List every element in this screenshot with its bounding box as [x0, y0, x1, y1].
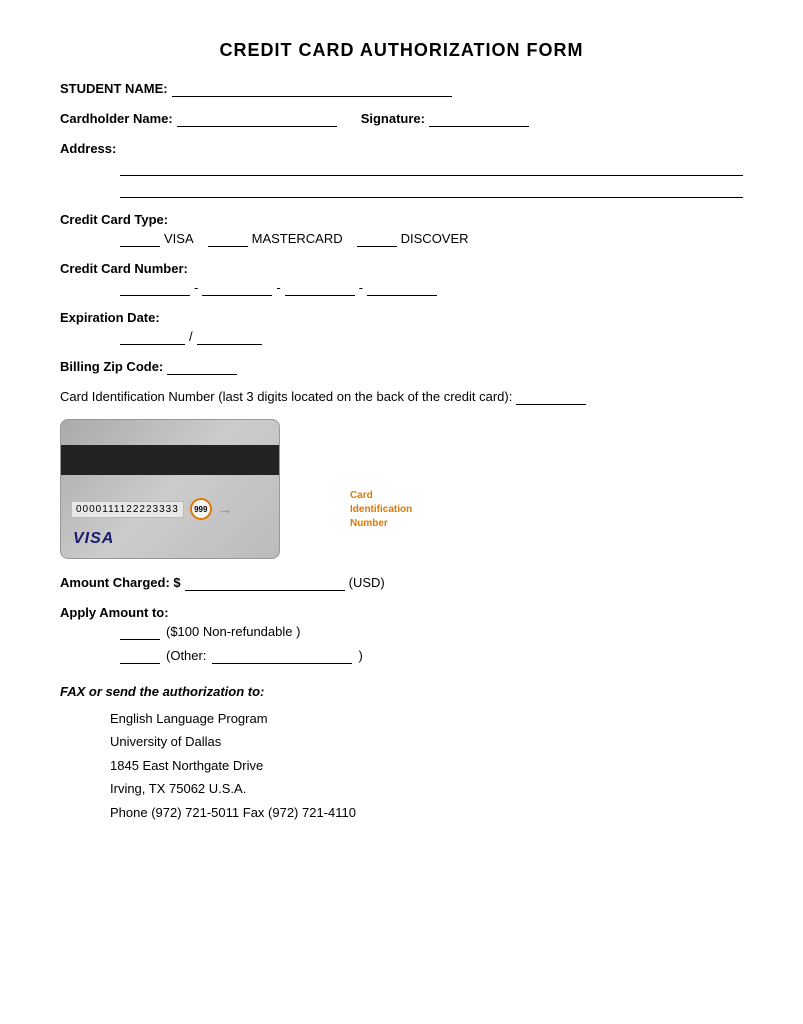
org-address: 1845 East Northgate Drive [110, 754, 743, 777]
address-line1-field[interactable] [120, 160, 743, 176]
cc-type-options: VISA MASTERCARD DISCOVER [120, 231, 743, 247]
card-image: 0000111122223333 999 → VISA [60, 419, 280, 559]
discover-label: DISCOVER [401, 231, 469, 246]
apply-option2-label: (Other: [166, 648, 206, 663]
fax-title: FAX or send the authorization to: [60, 684, 743, 699]
address-section: Address: [60, 141, 743, 198]
card-id-label: Card Identification Number (last 3 digit… [60, 389, 512, 404]
amount-usd-label: (USD) [349, 575, 385, 590]
apply-option1-label: ($100 Non-refundable ) [166, 624, 300, 639]
cc-type-label-row: Credit Card Type: [60, 212, 743, 227]
exp-slash: / [189, 329, 193, 344]
apply-option1-row: ($100 Non-refundable ) [120, 624, 743, 640]
card-image-wrapper: 0000111122223333 999 → VISA Card Identif… [60, 419, 420, 559]
cardholder-name-field[interactable] [177, 111, 337, 127]
apply-amount-section: Apply Amount to: ($100 Non-refundable ) … [60, 605, 743, 664]
cc-number-label: Credit Card Number: [60, 261, 188, 276]
card-id-field[interactable] [516, 389, 586, 405]
cc-type-section: Credit Card Type: VISA MASTERCARD DISCOV… [60, 212, 743, 247]
address-line2-field[interactable] [120, 182, 743, 198]
card-cvv-text: 999 [194, 505, 207, 514]
exp-date-label: Expiration Date: [60, 310, 160, 325]
cardholder-label: Cardholder Name: [60, 111, 173, 126]
cc-number-label-row: Credit Card Number: [60, 261, 743, 276]
billing-zip-row: Billing Zip Code: [60, 359, 743, 375]
cc-number-section: Credit Card Number: - - - [60, 261, 743, 296]
visa-option: VISA [120, 231, 194, 247]
org-address-block: English Language Program University of D… [110, 707, 743, 824]
amount-charged-row: Amount Charged: $ (USD) [60, 575, 743, 591]
cc-num-4[interactable] [367, 280, 437, 296]
card-id-annotation: Card Identification Number [350, 489, 470, 531]
exp-month[interactable] [120, 329, 185, 345]
signature-label: Signature: [361, 111, 425, 126]
discover-option: DISCOVER [357, 231, 469, 247]
visa-check[interactable] [120, 231, 160, 247]
address-label: Address: [60, 141, 116, 156]
cc-dash-2: - [276, 280, 280, 295]
apply-option2-check[interactable] [120, 648, 160, 664]
billing-zip-field[interactable] [167, 359, 237, 375]
address-label-row: Address: [60, 141, 743, 156]
cc-dash-1: - [194, 280, 198, 295]
apply-option1-check[interactable] [120, 624, 160, 640]
billing-zip-label: Billing Zip Code: [60, 359, 163, 374]
address-fields [120, 160, 743, 198]
cc-dash-3: - [359, 280, 363, 295]
card-number-display: 0000111122223333 [76, 504, 179, 515]
signature-field[interactable] [429, 111, 529, 127]
visa-label: VISA [164, 231, 194, 246]
apply-amount-label-row: Apply Amount to: [60, 605, 743, 620]
exp-date-label-row: Expiration Date: [60, 310, 743, 325]
card-cvv-circle: 999 [190, 498, 212, 520]
amount-charged-field[interactable] [185, 575, 345, 591]
card-arrow-icon: → [218, 501, 232, 517]
discover-check[interactable] [357, 231, 397, 247]
org-name: English Language Program [110, 707, 743, 730]
mastercard-option: MASTERCARD [208, 231, 343, 247]
cc-num-1[interactable] [120, 280, 190, 296]
cardholder-row: Cardholder Name: Signature: [60, 111, 743, 127]
cc-number-fields: - - - [120, 280, 743, 296]
apply-option2-row: (Other: ) [120, 648, 743, 664]
exp-date-fields: / [120, 329, 743, 345]
student-name-field[interactable] [172, 81, 452, 97]
fax-section: FAX or send the authorization to: Englis… [60, 684, 743, 824]
cc-num-3[interactable] [285, 280, 355, 296]
apply-amount-label: Apply Amount to: [60, 605, 169, 620]
org-city: Irving, TX 75062 U.S.A. [110, 777, 743, 800]
mastercard-label: MASTERCARD [252, 231, 343, 246]
card-brand-text: VISA [73, 530, 114, 548]
form-title: CREDIT CARD AUTHORIZATION FORM [60, 40, 743, 61]
cc-num-2[interactable] [202, 280, 272, 296]
apply-option2-end: ) [358, 648, 362, 663]
student-name-row: STUDENT NAME: [60, 81, 743, 97]
cc-type-label: Credit Card Type: [60, 212, 168, 227]
card-sig-area: 0000111122223333 999 → [71, 498, 232, 520]
org-phone: Phone (972) 721-5011 Fax (972) 721-4110 [110, 801, 743, 824]
card-sig-strip: 0000111122223333 [71, 501, 184, 518]
exp-date-section: Expiration Date: / [60, 310, 743, 345]
exp-year[interactable] [197, 329, 262, 345]
card-magnetic-stripe [61, 445, 279, 475]
student-name-label: STUDENT NAME: [60, 81, 168, 96]
org-university: University of Dallas [110, 730, 743, 753]
amount-charged-label: Amount Charged: $ [60, 575, 181, 590]
mastercard-check[interactable] [208, 231, 248, 247]
card-id-row: Card Identification Number (last 3 digit… [60, 389, 743, 405]
apply-other-field[interactable] [212, 648, 352, 664]
